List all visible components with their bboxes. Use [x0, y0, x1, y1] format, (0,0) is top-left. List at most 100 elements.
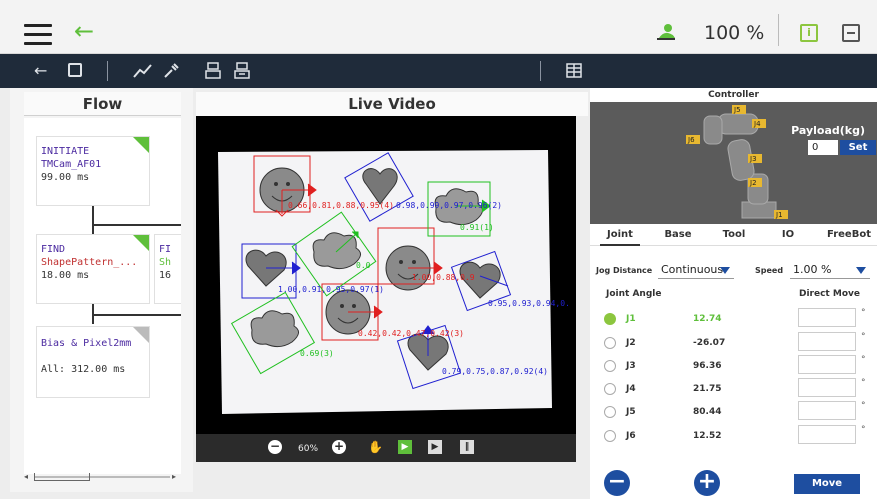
joint-name: J4	[626, 384, 636, 394]
detection-label: 0.0	[356, 261, 371, 270]
joint-row-j1: J1 12.74 °	[590, 308, 877, 332]
joint-radio[interactable]	[604, 406, 616, 418]
scroll-right-icon[interactable]: ▸	[172, 472, 176, 481]
jog-plus-button[interactable]: +	[694, 470, 720, 496]
path-icon[interactable]	[133, 63, 153, 79]
degree-unit: °	[861, 401, 866, 411]
flow-node-find-2[interactable]: FI Sh 16	[154, 234, 181, 304]
tab-joint[interactable]: Joint	[600, 224, 640, 246]
direct-move-input[interactable]	[798, 332, 856, 351]
joint-label-j3: J3	[749, 155, 757, 163]
node-type: FI	[159, 244, 172, 255]
flow-connector	[92, 224, 181, 226]
node-name: ShapePattern_...	[41, 257, 138, 268]
flow-node-find[interactable]: FIND ShapePattern_... 18.00 ms	[36, 234, 150, 304]
joint-value: 12.52	[693, 431, 722, 441]
tab-base[interactable]: Base	[660, 224, 696, 246]
direct-move-heading: Direct Move	[799, 289, 860, 299]
detection-label: 0.95,0.93,0.94,0.	[488, 299, 570, 308]
detection-label: 0.91(1)	[460, 223, 494, 232]
pause-icon[interactable]: ‖	[460, 440, 474, 454]
back-icon[interactable]: ←	[34, 61, 47, 81]
speed-label: Speed	[755, 266, 784, 275]
payload-set-button[interactable]: Set	[840, 140, 876, 155]
node-status-corner	[133, 137, 149, 153]
menu-icon[interactable]	[24, 24, 52, 46]
zoom-value: 60%	[298, 444, 319, 454]
flow-node-initiate[interactable]: INITIATE TMCam_AF01 99.00 ms	[36, 136, 150, 206]
scroll-thumb[interactable]	[34, 473, 90, 481]
node-name: Sh	[159, 257, 172, 268]
robot-config-icon[interactable]	[234, 62, 250, 80]
tool-icon[interactable]	[163, 63, 179, 79]
flow-canvas[interactable]: INITIATE TMCam_AF01 99.00 ms FIND ShapeP…	[24, 118, 181, 474]
zoom-in-icon[interactable]: +	[332, 440, 346, 454]
hand-icon[interactable]: ✋	[368, 440, 383, 454]
flow-title: Flow	[24, 92, 181, 116]
jog-distance-select[interactable]: Continuous	[658, 261, 734, 279]
joint-radio[interactable]	[604, 360, 616, 372]
back-arrow-icon[interactable]: ←	[74, 19, 94, 43]
detection-label: 0.79,0.75,0.87,0.92(4)	[442, 367, 548, 376]
save-icon[interactable]	[68, 63, 82, 77]
joint-value: 96.36	[693, 361, 722, 371]
table-icon[interactable]	[566, 63, 582, 78]
speed-value: 1.00 %	[793, 263, 832, 276]
direct-move-input[interactable]	[798, 425, 856, 444]
robot-io-icon[interactable]	[205, 62, 221, 80]
joint-radio[interactable]	[604, 313, 616, 325]
jog-minus-button[interactable]: −	[604, 470, 630, 496]
direct-move-input[interactable]	[798, 378, 856, 397]
joint-radio[interactable]	[604, 383, 616, 395]
joint-row-j4: J4 21.75 °	[590, 378, 877, 402]
flow-node-bias[interactable]: Bias & Pixel2mm All: 312.00 ms	[36, 326, 150, 398]
joint-row-j6: J6 12.52 °	[590, 425, 877, 449]
tab-io[interactable]: IO	[774, 224, 802, 246]
toolbar-separator	[107, 61, 108, 81]
joint-radio[interactable]	[604, 337, 616, 349]
joint-name: J6	[626, 431, 636, 441]
flow-horizontal-scrollbar[interactable]: ◂ ▸	[24, 472, 180, 482]
app-window: ← 100 % i ← Flow INITIATE TMCam_AF01 99.…	[0, 0, 877, 499]
divider	[778, 14, 779, 46]
user-icon[interactable]	[655, 22, 677, 42]
node-time: 16	[159, 270, 172, 281]
robot-view[interactable]: J5 J4 J6 J3 J2 J1 Payload(kg) 0 Set	[590, 102, 877, 224]
zoom-out-icon[interactable]: −	[268, 440, 282, 454]
node-time: 99.00 ms	[41, 172, 90, 183]
tab-tool[interactable]: Tool	[716, 224, 752, 246]
tab-freebot[interactable]: FreeBot	[824, 224, 874, 246]
direct-move-input[interactable]	[798, 355, 856, 374]
live-video-panel: Live Video 0.66,0.81,0.88,0.95(4) 0.98,0…	[196, 88, 588, 492]
panel-icon[interactable]	[842, 24, 860, 42]
joint-name: J2	[626, 338, 636, 348]
joint-label-j5: J5	[733, 106, 741, 114]
joint-row-j5: J5 80.44 °	[590, 401, 877, 425]
detection-label: 0.69(3)	[300, 349, 334, 358]
node-type: Bias & Pixel2mm	[41, 338, 132, 349]
speed-select[interactable]: 1.00 %	[790, 261, 870, 279]
move-button[interactable]: Move	[794, 474, 860, 494]
direct-move-input[interactable]	[798, 401, 856, 420]
degree-unit: °	[861, 332, 866, 342]
info-icon[interactable]: i	[800, 24, 818, 42]
joint-label-j1: J1	[775, 211, 783, 219]
controller-tabs: Joint Base Tool IO FreeBot	[590, 224, 877, 246]
payload-label: Payload(kg)	[791, 124, 865, 137]
play-icon[interactable]: ▶	[398, 440, 412, 454]
payload-input[interactable]: 0	[808, 140, 838, 155]
camera-feed[interactable]: 0.66,0.81,0.88,0.95(4) 0.98,0.99,0.97,0.…	[196, 116, 576, 462]
scroll-left-icon[interactable]: ◂	[24, 472, 28, 481]
joint-value: 12.74	[693, 314, 722, 324]
robot-arm-image: J5 J4 J6 J3 J2 J1	[590, 102, 877, 224]
toolbar: ←	[0, 54, 877, 88]
controller-panel: Controller J5 J4 J6 J3 J2 J1 Payload(kg)…	[590, 88, 877, 499]
node-time: 18.00 ms	[41, 270, 90, 281]
top-bar: ← 100 % i	[0, 0, 877, 54]
joint-radio[interactable]	[604, 430, 616, 442]
live-video-title: Live Video	[196, 92, 588, 116]
step-icon[interactable]: ▶	[428, 440, 442, 454]
joint-row-j3: J3 96.36 °	[590, 355, 877, 379]
jog-distance-value: Continuous	[661, 263, 724, 276]
direct-move-input[interactable]	[798, 308, 856, 327]
